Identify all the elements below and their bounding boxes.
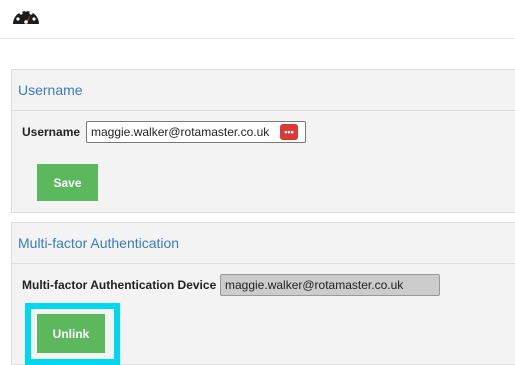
top-bar <box>0 0 515 39</box>
save-button[interactable]: Save <box>37 164 98 201</box>
mfa-panel-title: Multi-factor Authentication <box>12 223 515 264</box>
unlink-button[interactable]: Unlink <box>37 314 105 353</box>
username-label: Username <box>22 125 81 139</box>
mfa-device-label: Multi-factor Authentication Device <box>22 278 217 292</box>
mfa-device-field: maggie.walker@rotamaster.co.uk <box>220 274 440 296</box>
username-panel-title: Username <box>12 70 515 111</box>
username-field[interactable]: maggie.walker@rotamaster.co.uk <box>86 121 306 143</box>
dashboard-gauge-icon[interactable] <box>12 2 40 26</box>
password-manager-icon[interactable]: ••• <box>280 124 298 140</box>
